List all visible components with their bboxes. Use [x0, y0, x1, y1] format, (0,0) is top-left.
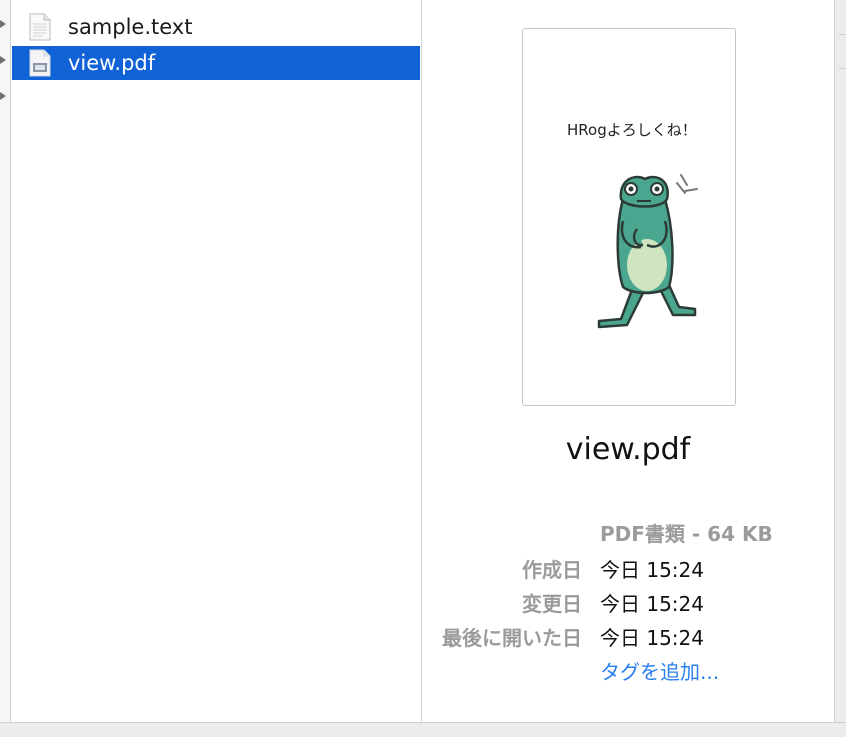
text-document-icon: [28, 13, 52, 41]
meta-label: 最後に開いた日: [442, 626, 582, 650]
pdf-thumbnail[interactable]: HRogよろしくね！: [522, 28, 736, 406]
adjacent-column-edge: [834, 0, 846, 736]
column-gutter: [0, 0, 11, 722]
column-divider: [839, 68, 846, 69]
file-row-sample-text[interactable]: sample.text: [12, 10, 420, 44]
disclosure-arrow-icon[interactable]: [0, 56, 6, 64]
meta-label: 作成日: [522, 558, 582, 582]
meta-value: 今日 15:24: [600, 558, 704, 582]
preview-column: HRogよろしくね！ view.pdf PDF書類 - 64 KB 作成日 今日…: [422, 0, 834, 722]
meta-label: 変更日: [522, 592, 582, 616]
thumbnail-caption: HRogよろしくね！: [567, 121, 697, 139]
frog-illustration: [597, 174, 698, 329]
preview-file-name: view.pdf: [565, 432, 691, 467]
file-name: view.pdf: [68, 51, 156, 75]
file-list-column: sample.text view.pdf: [11, 0, 422, 722]
add-tag-link[interactable]: タグを追加...: [600, 656, 719, 685]
file-kind-size: PDF書類 - 64 KB: [600, 522, 773, 546]
disclosure-arrow-icon[interactable]: [0, 92, 6, 100]
file-row-view-pdf[interactable]: view.pdf: [12, 46, 420, 80]
pdf-document-icon: [28, 49, 52, 77]
horizontal-scrollbar[interactable]: [0, 722, 846, 737]
column-divider: [839, 34, 846, 35]
meta-value: 今日 15:24: [600, 592, 704, 616]
meta-row-last-opened: 最後に開いた日 今日 15:24: [422, 622, 834, 652]
file-name: sample.text: [68, 15, 193, 39]
meta-row-created: 作成日 今日 15:24: [422, 554, 834, 584]
meta-row-modified: 変更日 今日 15:24: [422, 588, 834, 618]
disclosure-arrow-icon[interactable]: [0, 20, 6, 28]
meta-value: 今日 15:24: [600, 626, 704, 650]
